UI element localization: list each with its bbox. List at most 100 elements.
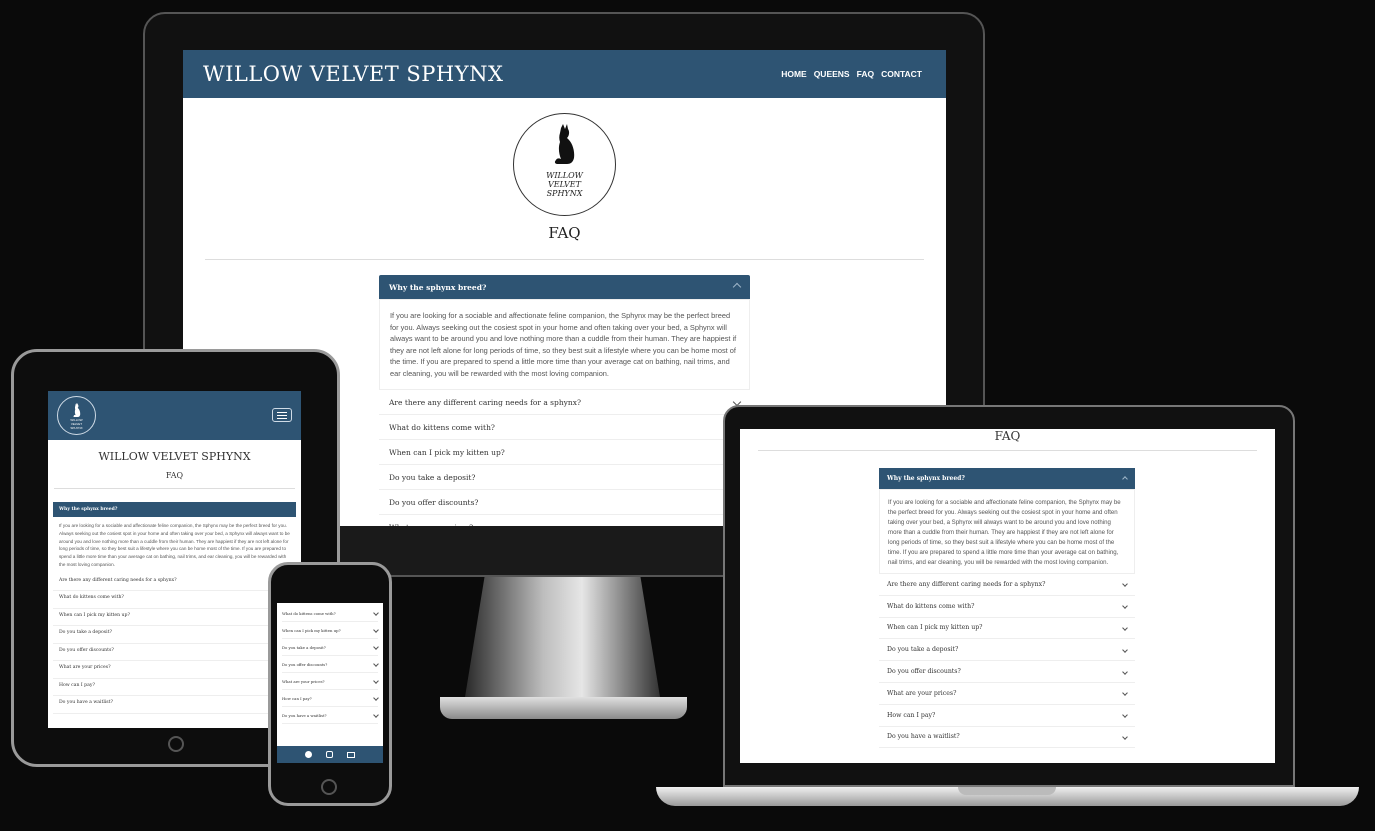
facebook-icon[interactable]: [305, 751, 312, 758]
logo-text-1: WILLOW: [546, 171, 583, 180]
faq-item[interactable]: When can I pick my kitten up?: [53, 609, 296, 627]
faq-item[interactable]: Are there any different caring needs for…: [53, 574, 296, 592]
faq-question: Do you offer discounts?: [282, 661, 328, 667]
faq-question: Are there any different caring needs for…: [887, 580, 1046, 588]
faq-item[interactable]: Do you take a deposit?: [53, 626, 296, 644]
faq-question: Do you take a deposit?: [282, 644, 326, 650]
faq-item-open[interactable]: Why the sphynx breed?: [879, 468, 1135, 489]
faq-question: What are your prices?: [887, 689, 957, 697]
cat-logo-icon: [554, 124, 574, 164]
faq-answer: If you are looking for a sociable and af…: [879, 489, 1135, 574]
menu-icon[interactable]: [272, 408, 292, 422]
faq-item-open[interactable]: Why the sphynx breed?: [379, 275, 750, 299]
chevron-down-icon: [1122, 668, 1128, 675]
tablet-logo[interactable]: WILLOW VELVET SPHYNX: [57, 396, 96, 435]
chevron-up-icon: [1122, 475, 1128, 482]
faq-question: Do you offer discounts?: [389, 497, 479, 507]
chevron-down-icon: [1122, 603, 1128, 610]
chevron-down-icon: [373, 644, 379, 650]
laptop-notch: [958, 787, 1056, 795]
faq-item[interactable]: Do you have a waitlist?: [879, 727, 1135, 749]
chevron-down-icon: [1122, 690, 1128, 697]
faq-item[interactable]: What are your prices?: [379, 515, 750, 527]
chevron-down-icon: [1122, 581, 1128, 588]
faq-question: How can I pay?: [887, 711, 936, 719]
logo-text-2: VELVET: [548, 180, 581, 189]
faq-question: Why the sphynx breed?: [389, 282, 487, 292]
faq-question: Do you have a waitlist?: [887, 733, 960, 741]
email-icon[interactable]: [347, 751, 355, 758]
faq-item[interactable]: What are your prices?: [879, 683, 1135, 705]
nav-queens[interactable]: QUEENS: [814, 69, 850, 79]
faq-item[interactable]: Do you offer discounts?: [282, 656, 379, 673]
chevron-down-icon: [1122, 712, 1128, 719]
laptop-screen: FAQ Why the sphynx breed? If you are loo…: [740, 429, 1275, 763]
faq-question: Why the sphynx breed?: [59, 507, 118, 512]
nav-contact[interactable]: CONTACT: [881, 69, 922, 79]
desktop-navbar: WILLOW VELVET SPHYNX HOME QUEENS FAQ CON…: [183, 50, 946, 98]
faq-answer: If you are looking for a sociable and af…: [379, 299, 750, 390]
logo-text-3: SPHYNX: [70, 426, 83, 430]
faq-item[interactable]: What are your prices?: [53, 661, 296, 679]
faq-item[interactable]: Do you take a deposit?: [282, 639, 379, 656]
faq-item[interactable]: Are there any different caring needs for…: [379, 390, 750, 415]
monitor-stand: [465, 577, 660, 697]
nav-home[interactable]: HOME: [781, 69, 807, 79]
faq-question: What are your prices?: [282, 678, 325, 684]
faq-item[interactable]: When can I pick my kitten up?: [879, 618, 1135, 640]
faq-item[interactable]: Do you offer discounts?: [879, 661, 1135, 683]
faq-question: Do you have a waitlist?: [282, 712, 327, 718]
brand-title[interactable]: WILLOW VELVET SPHYNX: [203, 62, 503, 86]
faq-accordion: Why the sphynx breed? If you are looking…: [379, 275, 750, 526]
faq-item[interactable]: Do you offer discounts?: [53, 644, 296, 662]
faq-question: What do kittens come with?: [282, 610, 336, 616]
monitor-foot: [440, 697, 687, 719]
faq-question: What do kittens come with?: [887, 602, 975, 610]
phone-home-button[interactable]: [321, 779, 337, 795]
faq-item[interactable]: What do kittens come with?: [53, 591, 296, 609]
faq-item[interactable]: How can I pay?: [282, 690, 379, 707]
faq-item[interactable]: What are your prices?: [282, 673, 379, 690]
faq-item[interactable]: What do kittens come with?: [879, 596, 1135, 618]
faq-item[interactable]: How can I pay?: [879, 705, 1135, 727]
faq-question: When can I pick my kitten up?: [389, 447, 505, 457]
tablet-screen: WILLOW VELVET SPHYNX WILLOW VELVET SPHYN…: [48, 391, 301, 728]
chevron-down-icon: [373, 627, 379, 633]
page-title: FAQ: [548, 224, 581, 242]
chevron-down-icon: [373, 610, 379, 616]
faq-item[interactable]: How can I pay?: [53, 679, 296, 697]
faq-item[interactable]: What do kittens come with?: [282, 605, 379, 622]
faq-item[interactable]: Do you take a deposit?: [879, 639, 1135, 662]
chevron-up-icon: [732, 282, 742, 292]
chevron-down-icon: [373, 678, 379, 684]
chevron-down-icon: [1122, 625, 1128, 631]
faq-item[interactable]: Do you have a waitlist?: [53, 696, 296, 714]
nav-faq[interactable]: FAQ: [857, 69, 874, 79]
faq-item[interactable]: When can I pick my kitten up?: [282, 622, 379, 639]
tablet-page-title: FAQ: [165, 471, 184, 480]
laptop-faq-accordion: Why the sphynx breed? If you are looking…: [879, 468, 1135, 749]
divider: [205, 259, 924, 260]
faq-item[interactable]: Do you have a waitlist?: [282, 707, 379, 724]
cat-logo-icon: [72, 403, 80, 417]
site-logo: WILLOW VELVET SPHYNX: [513, 113, 616, 216]
phone-screen: What do kittens come with? When can I pi…: [277, 603, 383, 763]
chevron-down-icon: [1122, 734, 1128, 740]
chevron-down-icon: [1122, 646, 1128, 653]
faq-answer: If you are looking for a sociable and af…: [59, 523, 290, 567]
tablet-home-button[interactable]: [168, 736, 184, 752]
faq-item[interactable]: When can I pick my kitten up?: [379, 440, 750, 465]
faq-item-open[interactable]: Why the sphynx breed?: [53, 502, 296, 517]
faq-question: When can I pick my kitten up?: [282, 627, 341, 633]
faq-item[interactable]: Are there any different caring needs for…: [879, 574, 1135, 596]
phone-footer: [277, 746, 383, 763]
faq-item[interactable]: Do you offer discounts?: [379, 490, 750, 515]
laptop-page-title: FAQ: [994, 429, 1021, 443]
tablet-faq-accordion: Why the sphynx breed? If you are looking…: [53, 502, 296, 714]
instagram-icon[interactable]: [326, 751, 333, 758]
faq-item[interactable]: What do kittens come with?: [379, 415, 750, 440]
faq-question: How can I pay?: [282, 695, 312, 701]
faq-item[interactable]: Do you take a deposit?: [379, 465, 750, 490]
chevron-down-icon: [373, 661, 379, 667]
faq-question: Are there any different caring needs for…: [389, 397, 581, 407]
